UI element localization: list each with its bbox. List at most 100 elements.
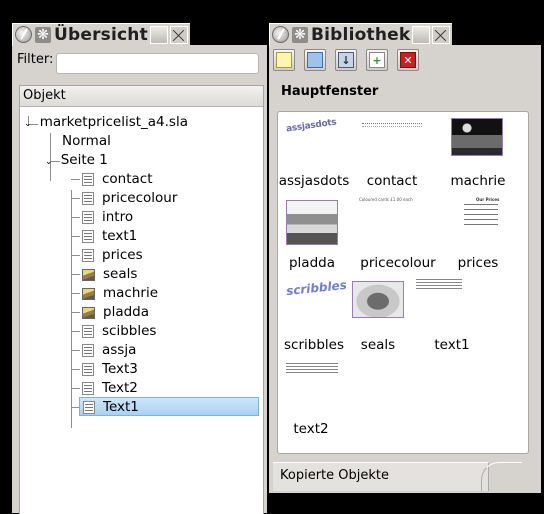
tree-connector [71,217,80,218]
library-item-text1[interactable]: text1 [416,279,518,353]
new-library-button[interactable] [273,49,295,71]
tree-item-label: text1 [102,228,138,244]
library-item-prices[interactable]: Our Prices prices [438,197,518,271]
library-toolbar: ↓ + ✕ [273,49,428,71]
tree-item-11[interactable]: Text2 [82,379,138,398]
tree-item-label: assja [102,342,137,358]
tree-item-label: Text2 [102,380,138,396]
copied-objects-tab[interactable]: Kopierte Objekte [273,462,489,491]
shade-button[interactable] [412,25,431,44]
tree-connector [71,388,80,389]
library-items-area[interactable]: assjasdots assjasdots contact machrie pl… [277,111,529,454]
thumb-prices-heading: Our Prices [476,197,500,202]
import-icon: + [369,52,385,68]
save-library-icon: ↓ [338,52,354,68]
image-frame-icon [82,306,95,319]
tree-item-12[interactable]: Text1 [79,397,259,416]
thumb-text1-lines [416,279,462,291]
library-title-tab[interactable]: ❋ Bibliothek [269,22,453,46]
tree-item-6[interactable]: machrie [82,284,158,303]
library-item-contact[interactable]: contact [358,117,438,189]
image-frame-icon [82,268,95,281]
outline-tree[interactable]: Objekt ⌄ marketpricelist_a4.sla Normal ⌄… [19,85,264,514]
item-caption: pricecolour [360,255,436,271]
library-item-pricecolour[interactable]: Coloured cards £1.00 each pricecolour [358,197,438,271]
tree-connector [71,293,80,294]
tree-item-label: prices [102,247,143,263]
new-library-icon [276,52,292,68]
copied-objects-label: Kopierte Objekte [280,468,389,483]
page-label: Seite 1 [60,152,108,168]
library-item-assjasdots[interactable]: assjasdots assjasdots [278,117,358,189]
overview-title-tab[interactable]: ❋ Übersicht [12,22,190,46]
item-caption: text2 [293,421,329,437]
image-frame-icon [82,287,95,300]
filter-input[interactable] [56,53,259,74]
text-frame-icon [83,401,95,414]
library-heading: Hauptfenster [281,84,379,99]
outline-icon: ❋ [35,26,51,43]
overview-title: Übersicht [54,24,148,45]
collapse-arrow-icon[interactable]: ⌄ [45,157,53,167]
open-library-button[interactable] [304,49,326,71]
column-header-object[interactable]: Objekt [20,86,263,107]
tree-item-label: scibbles [102,323,157,339]
tree-item-0[interactable]: contact [82,170,153,189]
tree-item-label: intro [102,209,134,225]
library-item-text2[interactable]: text2 [278,361,358,437]
thumb-assjasdots: assjasdots [285,117,338,135]
close-library-icon: ✕ [400,52,416,68]
tree-row-master[interactable]: Normal [62,132,111,151]
overview-panel: ❋ Übersicht Filter: Objekt ⌄ marketprice… [12,22,267,514]
shade-button[interactable] [149,25,168,44]
text-frame-icon [82,249,94,262]
tree-item-2[interactable]: intro [82,208,133,227]
library-icon: ❋ [292,26,308,43]
library-item-pladda[interactable]: pladda [278,197,358,271]
close-library-button[interactable]: ✕ [397,49,419,71]
item-caption: contact [366,173,418,189]
text-frame-icon [82,363,94,376]
tree-item-1[interactable]: pricecolour [82,189,177,208]
tree-item-5[interactable]: seals [82,265,137,284]
tree-item-label: contact [102,171,153,187]
tree-connector [71,350,80,351]
tree-row-page[interactable]: ⌄ Seite 1 [45,151,108,170]
item-caption: pladda [288,255,335,271]
close-button[interactable] [432,25,451,44]
save-library-button[interactable]: ↓ [335,49,357,71]
tree-item-9[interactable]: assja [82,341,136,360]
library-title: Bibliothek [311,24,411,45]
tree-item-label: Text3 [102,361,138,377]
import-button[interactable]: + [366,49,388,71]
tree-item-7[interactable]: pladda [82,303,149,322]
tree-item-4[interactable]: prices [82,246,143,265]
window-menu-icon[interactable] [15,26,32,43]
tree-connector [71,190,72,428]
thumb-pricecolour-text: Coloured cards £1.00 each [359,197,413,202]
text-frame-icon [82,173,94,186]
item-caption: assjasdots [278,173,350,189]
tab-curve [481,462,522,491]
text-frame-icon [82,344,94,357]
tree-item-10[interactable]: Text3 [82,360,138,379]
tree-item-8[interactable]: scibbles [82,322,156,341]
tree-item-label: Text1 [103,399,139,415]
tree-connector [71,179,80,180]
open-library-icon [307,52,323,68]
tree-connector [71,236,80,237]
thumb-seals-image [352,281,404,318]
collapse-arrow-icon[interactable]: ⌄ [24,119,32,129]
tree-row-document[interactable]: ⌄ marketpricelist_a4.sla [24,113,188,132]
filter-label: Filter: [17,52,54,67]
text-frame-icon [82,211,94,224]
text-frame-icon [82,325,94,338]
close-button[interactable] [169,25,188,44]
item-caption: prices [457,255,499,271]
item-caption: machrie [450,173,506,189]
item-caption: text1 [434,337,470,353]
window-menu-icon[interactable] [272,26,289,43]
library-item-machrie[interactable]: machrie [438,117,518,189]
text-frame-icon [82,192,94,205]
tree-item-3[interactable]: text1 [82,227,137,246]
